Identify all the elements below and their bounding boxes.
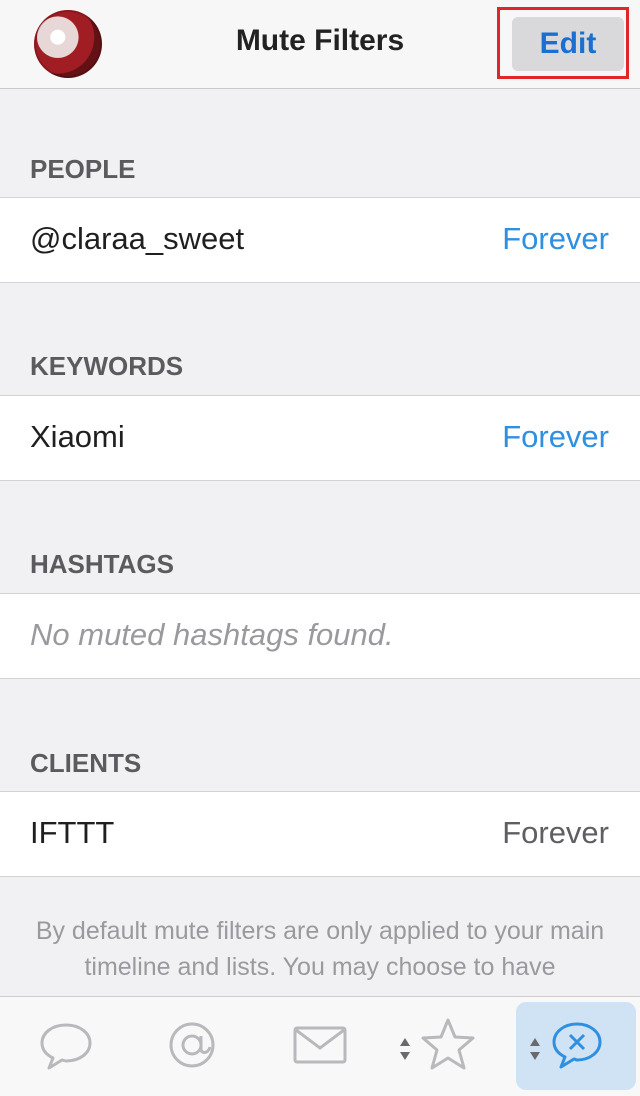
row-label: @claraa_sweet (30, 221, 245, 256)
envelope-icon[interactable] (290, 1015, 350, 1075)
footer-description: By default mute filters are only applied… (35, 917, 605, 981)
section-title-clients: CLIENTS (30, 748, 142, 778)
row-label: Xiaomi (30, 419, 125, 454)
speech-bubble-icon[interactable] (36, 1015, 96, 1075)
at-icon[interactable] (162, 1015, 222, 1075)
row-label: IFTTT (30, 815, 115, 850)
list-item-client[interactable]: IFTTT Forever (0, 791, 640, 877)
section-title-keywords: KEYWORDS (30, 351, 184, 381)
section-title-hashtags: HASHTAGS (30, 549, 174, 579)
row-duration[interactable]: Forever (502, 815, 609, 851)
list-item-keyword[interactable]: Xiaomi Forever (0, 395, 640, 481)
sort-icon[interactable] (528, 1036, 542, 1067)
muted-bubble-icon[interactable] (547, 1015, 607, 1075)
row-duration[interactable]: Forever (502, 419, 609, 455)
empty-message: No muted hashtags found. (30, 617, 394, 652)
edit-button[interactable]: Edit (512, 17, 624, 71)
section-title-people: PEOPLE (30, 154, 136, 184)
star-icon[interactable] (418, 1015, 478, 1075)
list-item-person[interactable]: @claraa_sweet Forever (0, 197, 640, 283)
row-duration[interactable]: Forever (502, 221, 609, 257)
list-item-empty: No muted hashtags found. (0, 593, 640, 679)
navigation-bar: Mute Filters Edit (0, 0, 640, 89)
sort-icon[interactable] (398, 1036, 412, 1067)
tab-bar (0, 996, 640, 1096)
